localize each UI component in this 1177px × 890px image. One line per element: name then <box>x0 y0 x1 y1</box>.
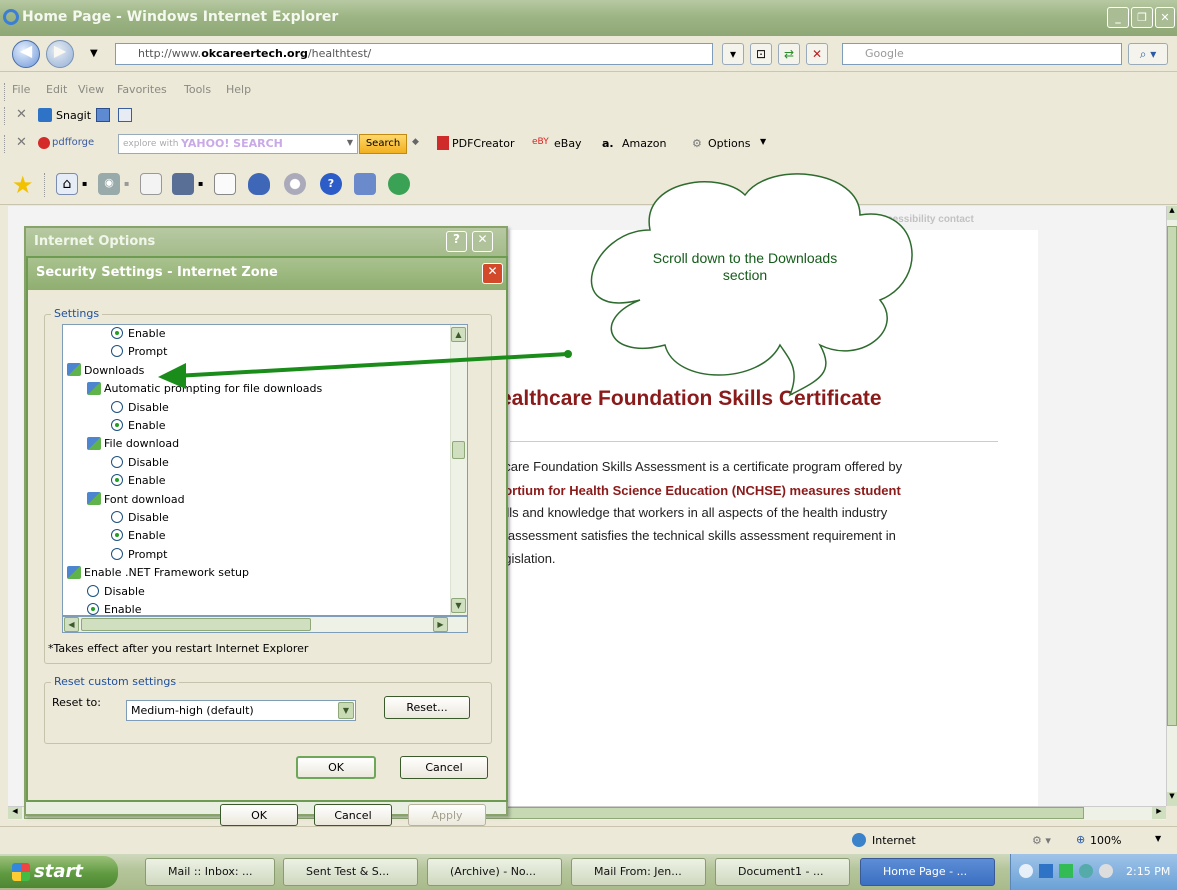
pointer-arrowhead <box>158 363 186 389</box>
pointer-arrow-line <box>174 352 569 378</box>
pointer-arrow-dot <box>564 350 572 358</box>
callout-bubble <box>590 173 913 397</box>
annotation-overlay <box>158 173 913 397</box>
cloud-shape <box>590 173 913 397</box>
callout-text: Scroll down to the Downloads section <box>652 250 838 283</box>
